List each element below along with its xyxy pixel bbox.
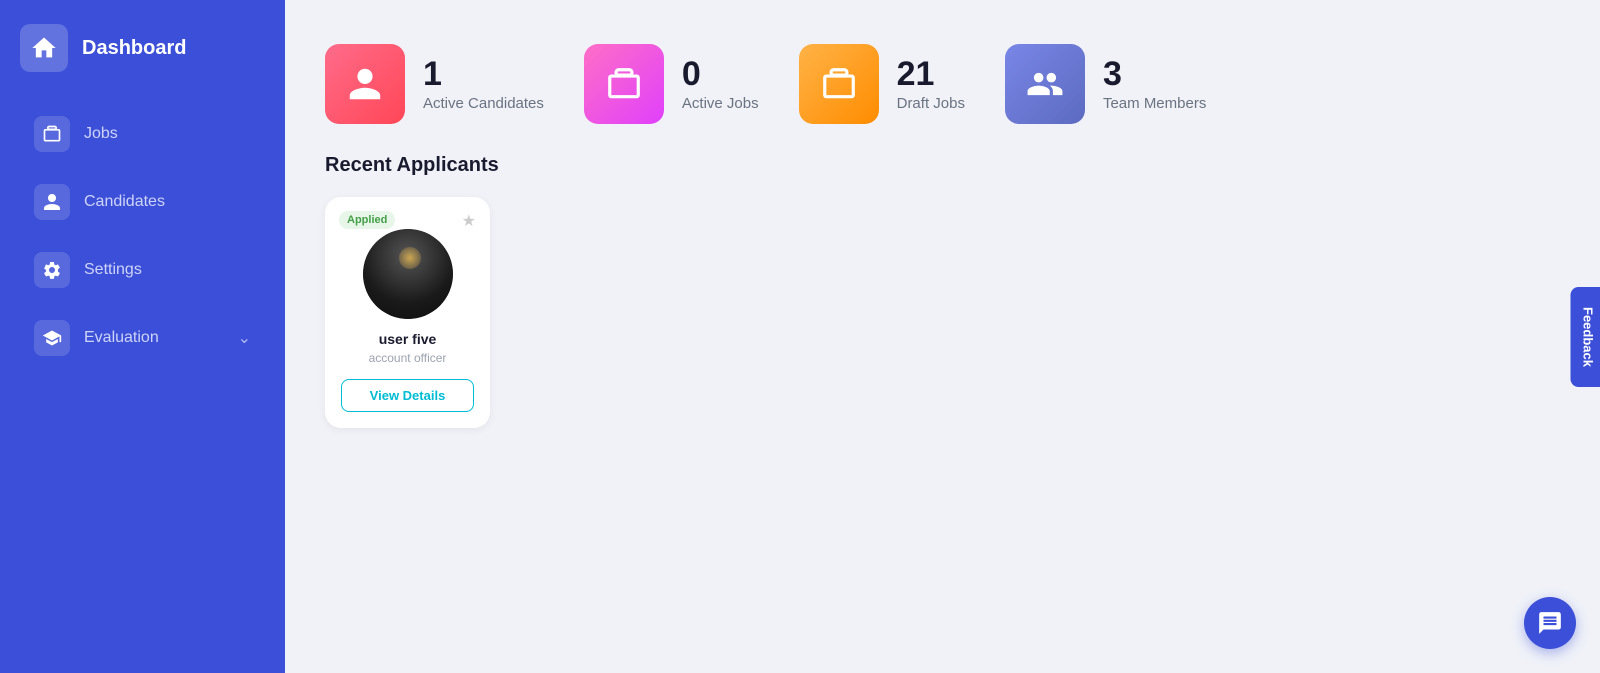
briefcase-icon bbox=[42, 124, 62, 144]
recent-applicants-section: Recent Applicants Applied ★ user five ac… bbox=[285, 154, 1600, 458]
sidebar-logo: Dashboard bbox=[0, 10, 285, 92]
active-candidates-icon bbox=[325, 44, 405, 124]
stat-label-draft-jobs: Draft Jobs bbox=[897, 95, 965, 112]
team-members-icon bbox=[1005, 44, 1085, 124]
applicant-role: account officer bbox=[369, 351, 447, 365]
candidates-icon-wrap bbox=[34, 184, 70, 220]
star-icon[interactable]: ★ bbox=[462, 211, 476, 231]
stat-label-active-jobs: Active Jobs bbox=[682, 95, 759, 112]
evaluation-icon-wrap bbox=[34, 320, 70, 356]
applicant-avatar bbox=[363, 229, 453, 319]
sidebar-label-candidates: Candidates bbox=[84, 193, 165, 211]
person-stat-icon bbox=[346, 65, 384, 103]
chat-button[interactable] bbox=[1524, 597, 1576, 649]
settings-icon-wrap bbox=[34, 252, 70, 288]
briefcase-stat-icon bbox=[605, 65, 643, 103]
sidebar-label-evaluation: Evaluation bbox=[84, 329, 159, 347]
jobs-icon-wrap bbox=[34, 116, 70, 152]
sidebar-item-evaluation[interactable]: Evaluation ⌄ bbox=[10, 306, 275, 370]
stat-info-active-candidates: 1 Active Candidates bbox=[423, 57, 544, 112]
applicants-grid: Applied ★ user five account officer View… bbox=[285, 197, 1600, 458]
sidebar: Dashboard Jobs Candidates bbox=[0, 0, 285, 673]
active-jobs-icon bbox=[584, 44, 664, 124]
sidebar-nav: Jobs Candidates Settings bbox=[0, 92, 285, 380]
chat-icon bbox=[1537, 610, 1563, 636]
group-stat-icon bbox=[1026, 65, 1064, 103]
sidebar-label-settings: Settings bbox=[84, 261, 142, 279]
home-icon bbox=[20, 24, 68, 72]
main-content: 1 Active Candidates 0 Active Jobs bbox=[285, 0, 1600, 673]
sidebar-item-jobs[interactable]: Jobs bbox=[10, 102, 275, 166]
stat-info-team-members: 3 Team Members bbox=[1103, 57, 1206, 112]
sidebar-item-settings[interactable]: Settings bbox=[10, 238, 275, 302]
feedback-tab[interactable]: Feedback bbox=[1571, 287, 1600, 387]
recent-applicants-title: Recent Applicants bbox=[285, 154, 1600, 197]
applicant-card-user-five: Applied ★ user five account officer View… bbox=[325, 197, 490, 428]
stat-number-draft-jobs: 21 bbox=[897, 57, 965, 91]
stat-number-team-members: 3 bbox=[1103, 57, 1206, 91]
stat-label-team-members: Team Members bbox=[1103, 95, 1206, 112]
applicant-badge: Applied bbox=[339, 211, 395, 229]
draft-jobs-icon bbox=[799, 44, 879, 124]
sidebar-title: Dashboard bbox=[82, 37, 186, 60]
stat-card-active-candidates: 1 Active Candidates bbox=[325, 44, 544, 124]
person-icon bbox=[42, 192, 62, 212]
stats-section: 1 Active Candidates 0 Active Jobs bbox=[285, 14, 1600, 154]
stat-number-active-jobs: 0 bbox=[682, 57, 759, 91]
stat-label-active-candidates: Active Candidates bbox=[423, 95, 544, 112]
avatar-image bbox=[363, 229, 453, 319]
sidebar-item-candidates[interactable]: Candidates bbox=[10, 170, 275, 234]
stat-card-team-members: 3 Team Members bbox=[1005, 44, 1206, 124]
topbar bbox=[285, 0, 1600, 14]
stat-number-active-candidates: 1 bbox=[423, 57, 544, 91]
stat-card-draft-jobs: 21 Draft Jobs bbox=[799, 44, 965, 124]
applicant-name: user five bbox=[379, 331, 437, 347]
sidebar-label-jobs: Jobs bbox=[84, 125, 118, 143]
view-details-button[interactable]: View Details bbox=[341, 379, 474, 412]
stat-card-active-jobs: 0 Active Jobs bbox=[584, 44, 759, 124]
chevron-down-icon: ⌄ bbox=[238, 328, 251, 348]
suitcase-stat-icon bbox=[820, 65, 858, 103]
graduation-icon bbox=[42, 328, 62, 348]
stat-info-active-jobs: 0 Active Jobs bbox=[682, 57, 759, 112]
gear-icon bbox=[42, 260, 62, 280]
stat-info-draft-jobs: 21 Draft Jobs bbox=[897, 57, 965, 112]
